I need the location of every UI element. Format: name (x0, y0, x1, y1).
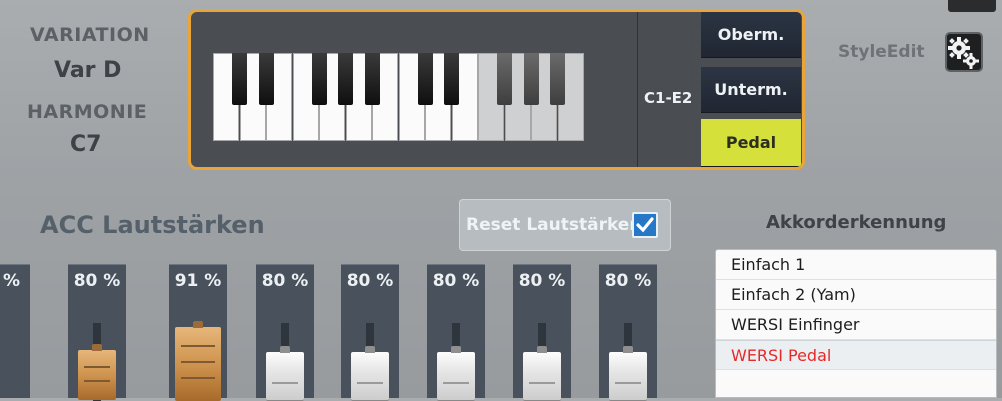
volume-fader[interactable]: 91 % (169, 264, 227, 401)
fader-knob[interactable] (437, 346, 475, 400)
styleedit-label: StyleEdit (838, 42, 925, 62)
fader-value: 80 % (518, 271, 566, 291)
styleedit-button[interactable]: StyleEdit (818, 30, 994, 80)
manual-button-unterm[interactable]: Unterm. (701, 67, 801, 113)
checkmark-icon (636, 217, 654, 233)
volume-fader[interactable]: 80 % (513, 264, 571, 401)
volume-fader[interactable]: % (0, 264, 30, 398)
volume-fader[interactable]: 80 % (427, 264, 485, 401)
volume-fader[interactable]: 80 % (256, 264, 314, 401)
top-edge-button[interactable] (948, 0, 996, 12)
fader-value: 80 % (432, 271, 480, 291)
fader-knob[interactable] (175, 321, 221, 401)
chord-mode-option[interactable]: WERSI Einfinger (716, 310, 996, 340)
black-key[interactable] (311, 53, 327, 105)
variation-label: VARIATION (30, 24, 150, 46)
fader-value: 80 % (261, 271, 309, 291)
fader-value: 80 % (346, 271, 394, 291)
gear-icon[interactable] (945, 32, 983, 72)
harmonie-value: C7 (70, 132, 102, 157)
black-key[interactable] (417, 53, 433, 105)
keyboard-display[interactable] (213, 53, 596, 141)
black-key[interactable] (444, 53, 459, 105)
fader-knob[interactable] (351, 346, 389, 400)
harmonie-label: HARMONIE (27, 101, 148, 123)
keyboard-split-panel[interactable]: C1-E2 Oberm. Unterm. Pedal (188, 9, 805, 170)
black-key[interactable] (232, 53, 247, 105)
manual-button-oberm[interactable]: Oberm. (701, 12, 801, 58)
panel-divider (637, 12, 638, 167)
black-key[interactable] (338, 53, 353, 105)
fader-knob[interactable] (266, 346, 304, 400)
fader-knob[interactable] (609, 346, 647, 400)
black-key[interactable] (364, 53, 380, 105)
black-key[interactable] (497, 53, 512, 105)
chord-recognition-title: Akkorderkennung (766, 212, 947, 233)
chord-mode-option[interactable]: WERSI Pedal (716, 340, 996, 370)
volume-fader[interactable]: 80 % (341, 264, 399, 401)
reset-checkbox[interactable] (632, 212, 658, 238)
fader-knob[interactable] (523, 346, 561, 400)
fader-value: 91 % (174, 271, 222, 291)
volume-fader[interactable]: 80 % (68, 264, 126, 401)
reset-volumes-button[interactable]: Reset Lautstärken (459, 199, 671, 251)
reset-volumes-label: Reset Lautstärken (466, 215, 642, 235)
volume-fader[interactable]: 80 % (599, 264, 657, 401)
chord-mode-option[interactable]: Einfach 1 (716, 250, 996, 280)
acc-volumes-title: ACC Lautstärken (40, 211, 265, 239)
chord-mode-option[interactable]: Einfach 2 (Yam) (716, 280, 996, 310)
variation-value: Var D (54, 58, 122, 83)
fader-knob[interactable] (78, 344, 116, 400)
manual-button-pedal[interactable]: Pedal (701, 119, 801, 167)
fader-value: 80 % (73, 271, 121, 291)
fader-value: % (2, 271, 20, 291)
fader-value: 80 % (604, 271, 652, 291)
key-range-label: C1-E2 (644, 89, 693, 107)
black-key[interactable] (523, 53, 539, 105)
black-key[interactable] (550, 53, 565, 105)
chord-recognition-list[interactable]: Einfach 1 Einfach 2 (Yam) WERSI Einfinger W… (715, 249, 997, 398)
black-key[interactable] (258, 53, 274, 105)
